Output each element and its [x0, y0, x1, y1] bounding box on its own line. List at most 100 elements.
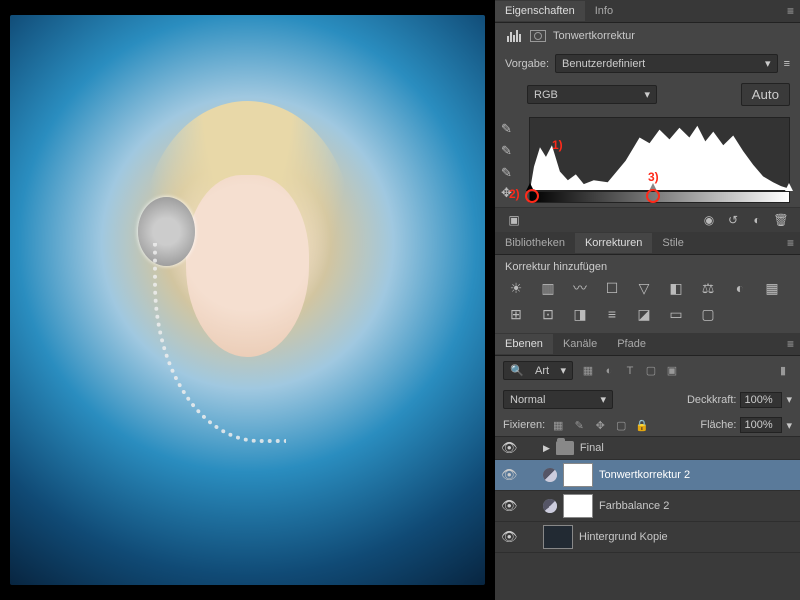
layer-list: 👁 ▶ Final 👁 Tonwertkorrektur 2 👁 Farbbal… [495, 437, 800, 600]
tab-properties[interactable]: Eigenschaften [495, 1, 585, 21]
photo-filter-icon[interactable]: ▦ [761, 279, 783, 297]
folder-expand-icon[interactable]: ▶ [543, 443, 550, 454]
opacity-input[interactable] [740, 392, 782, 408]
fill-input[interactable] [740, 417, 782, 433]
selective-color-icon[interactable]: ▢ [697, 305, 719, 323]
hue-sat-icon[interactable]: ◧ [665, 279, 687, 297]
opacity-chevron-icon[interactable]: ▾ [786, 393, 792, 406]
properties-panel: Tonwertkorrektur Vorgabe: Benutzerdefini… [495, 23, 800, 232]
filter-toggle-icon[interactable]: ▮ [774, 363, 792, 379]
filter-type-icon[interactable]: T [621, 363, 639, 379]
layer-group-row[interactable]: 👁 ▶ Final [495, 437, 800, 460]
color-lookup-icon[interactable]: ⊡ [537, 305, 559, 323]
layers-flyout-menu[interactable]: ≡ [781, 333, 800, 355]
lock-transparency-icon[interactable]: ▦ [550, 418, 566, 432]
levels-icon [505, 29, 523, 43]
color-balance-icon[interactable]: ⚖ [697, 279, 719, 297]
curves-icon[interactable]: 〰 [569, 279, 591, 297]
annotation-2: 2) [509, 187, 520, 201]
layer-row[interactable]: 👁 Farbbalance 2 [495, 491, 800, 522]
folder-icon[interactable] [556, 441, 574, 455]
threshold-icon[interactable]: ◪ [633, 305, 655, 323]
channel-dropdown[interactable]: RGB▾ [527, 85, 657, 104]
document-canvas[interactable] [0, 0, 495, 600]
fill-label: Fläche: [700, 419, 736, 431]
levels-adj-icon[interactable]: ▥ [537, 279, 559, 297]
annotation-1: 1) [552, 138, 563, 152]
exposure-icon[interactable]: ☐ [601, 279, 623, 297]
properties-footer: ▣ ◉ ↺ ◐ 🗑 [495, 207, 800, 232]
toggle-visibility-icon[interactable]: ◐ [748, 212, 766, 228]
lock-label: Fixieren: [503, 419, 545, 431]
blend-mode-dropdown[interactable]: Normal▾ [503, 390, 613, 409]
invert-icon[interactable]: ◨ [569, 305, 591, 323]
tab-paths[interactable]: Pfade [607, 334, 656, 354]
eyedropper-gray-icon[interactable]: ✎ [501, 143, 519, 159]
tab-adjustments[interactable]: Korrekturen [575, 233, 652, 253]
vibrance-icon[interactable]: ▽ [633, 279, 655, 297]
histogram[interactable]: 1) 3) [529, 117, 790, 191]
filter-shape-icon[interactable]: ▢ [642, 363, 660, 379]
tab-layers[interactable]: Ebenen [495, 334, 553, 354]
visibility-toggle-icon[interactable]: 👁 [501, 529, 517, 545]
layer-mask-thumb[interactable] [563, 463, 593, 487]
properties-tabrow: Eigenschaften Info ≡ [495, 0, 800, 23]
bw-icon[interactable]: ◐ [729, 279, 751, 297]
fill-chevron-icon[interactable]: ▾ [786, 419, 792, 432]
eyedropper-black-icon[interactable]: ✎ [501, 121, 519, 137]
layer-name[interactable]: Hintergrund Kopie [579, 531, 794, 543]
layer-name[interactable]: Farbbalance 2 [599, 500, 794, 512]
layer-row[interactable]: 👁 Hintergrund Kopie [495, 522, 800, 553]
visibility-toggle-icon[interactable]: 👁 [501, 498, 517, 514]
adjustment-thumb-icon[interactable] [543, 499, 557, 513]
layer-filter-kind[interactable]: 🔍 Art▾ [503, 361, 573, 380]
clip-to-layer-icon[interactable]: ▣ [505, 212, 523, 228]
tab-info[interactable]: Info [585, 1, 623, 21]
filter-adjust-icon[interactable]: ◐ [600, 363, 618, 379]
tab-styles[interactable]: Stile [652, 233, 693, 253]
layers-panel: 🔍 Art▾ ▦ ◐ T ▢ ▣ ▮ Normal▾ Deckkraft: ▾ … [495, 356, 800, 600]
gradient-map-icon[interactable]: ▭ [665, 305, 687, 323]
auto-button[interactable]: Auto [741, 83, 790, 106]
tab-channels[interactable]: Kanäle [553, 334, 607, 354]
layer-mask-thumb[interactable] [563, 494, 593, 518]
visibility-toggle-icon[interactable]: 👁 [501, 440, 517, 456]
right-panel-dock: Eigenschaften Info ≡ Tonwertkorrektur Vo… [495, 0, 800, 600]
adjustment-title: Tonwertkorrektur [553, 30, 635, 42]
layer-name[interactable]: Final [580, 442, 794, 454]
layers-tabrow: Ebenen Kanäle Pfade ≡ [495, 333, 800, 356]
trash-icon[interactable]: 🗑 [772, 212, 790, 228]
filter-smart-icon[interactable]: ▣ [663, 363, 681, 379]
channel-mixer-icon[interactable]: ⊞ [505, 305, 527, 323]
highlight-slider[interactable] [785, 190, 793, 200]
reset-icon[interactable]: ↺ [724, 212, 742, 228]
image-document[interactable] [10, 15, 485, 585]
preset-dropdown[interactable]: Benutzerdefiniert▾ [555, 54, 778, 73]
lock-pixels-icon[interactable]: ✎ [571, 418, 587, 432]
layer-thumb[interactable] [543, 525, 573, 549]
lock-all-icon[interactable]: 🔒 [634, 418, 650, 432]
preset-menu-icon[interactable]: ≡ [784, 58, 790, 70]
visibility-toggle-icon[interactable]: 👁 [501, 467, 517, 483]
brightness-contrast-icon[interactable]: ☀ [505, 279, 527, 297]
posterize-icon[interactable]: ≡ [601, 305, 623, 323]
adjustments-flyout-menu[interactable]: ≡ [781, 232, 800, 254]
view-previous-icon[interactable]: ◉ [700, 212, 718, 228]
preset-label: Vorgabe: [505, 58, 549, 70]
adjustments-panel: Korrektur hinzufügen ☀ ▥ 〰 ☐ ▽ ◧ ⚖ ◐ ▦ ⊞… [495, 255, 800, 333]
histogram-area: ✎ ✎ ✎ ✥ 1) 3) 2) [529, 117, 790, 205]
eyedropper-white-icon[interactable]: ✎ [501, 165, 519, 181]
layer-row-selected[interactable]: 👁 Tonwertkorrektur 2 [495, 460, 800, 491]
tab-libraries[interactable]: Bibliotheken [495, 233, 575, 253]
filter-pixel-icon[interactable]: ▦ [579, 363, 597, 379]
layer-name[interactable]: Tonwertkorrektur 2 [599, 469, 794, 481]
lock-position-icon[interactable]: ✥ [592, 418, 608, 432]
add-adjustment-label: Korrektur hinzufügen [505, 261, 790, 273]
annotation-3: 3) [648, 170, 659, 184]
lock-artboard-icon[interactable]: ▢ [613, 418, 629, 432]
layer-mask-icon[interactable] [529, 29, 547, 43]
panel-flyout-menu[interactable]: ≡ [781, 0, 800, 22]
annotation-circle-2 [525, 189, 539, 203]
adjustment-thumb-icon[interactable] [543, 468, 557, 482]
adjustments-tabrow: Bibliotheken Korrekturen Stile ≡ [495, 232, 800, 255]
